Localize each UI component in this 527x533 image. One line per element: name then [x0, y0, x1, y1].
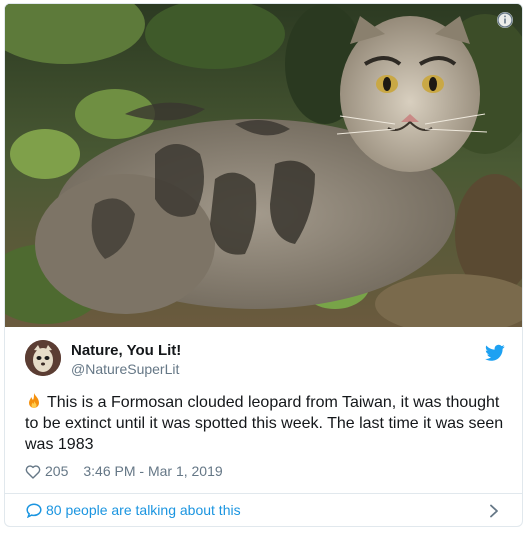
author-name[interactable]: Nature, You Lit!: [71, 342, 181, 359]
conversation-link[interactable]: 80 people are talking about this: [5, 494, 522, 526]
author-handle[interactable]: @NatureSuperLit: [71, 361, 179, 377]
twitter-bird-icon[interactable]: [485, 344, 505, 362]
tweet-photo[interactable]: [5, 4, 522, 327]
embedded-tweet-card: Nature, You Lit! @NatureSuperLit This is…: [4, 3, 523, 527]
fire-icon: [29, 393, 39, 408]
speech-bubble-icon: [26, 503, 42, 518]
clouded-leopard-photo: [5, 4, 522, 327]
heart-icon[interactable]: [25, 464, 41, 479]
avatar-image: [25, 340, 61, 376]
info-icon[interactable]: [496, 11, 514, 29]
tweet-text-body: This is a Formosan clouded leopard from …: [25, 394, 504, 453]
tweet-timestamp[interactable]: 3:46 PM - Mar 1, 2019: [83, 463, 222, 479]
conversation-text[interactable]: 80 people are talking about this: [46, 502, 241, 518]
chevron-right-icon[interactable]: [489, 504, 499, 518]
tweet-meta: 205 3:46 PM - Mar 1, 2019: [25, 463, 223, 479]
avatar[interactable]: [25, 340, 61, 376]
tweet-text: This is a Formosan clouded leopard from …: [25, 392, 515, 455]
like-count[interactable]: 205: [45, 463, 68, 479]
tweet-header: Nature, You Lit! @NatureSuperLit: [25, 340, 505, 380]
